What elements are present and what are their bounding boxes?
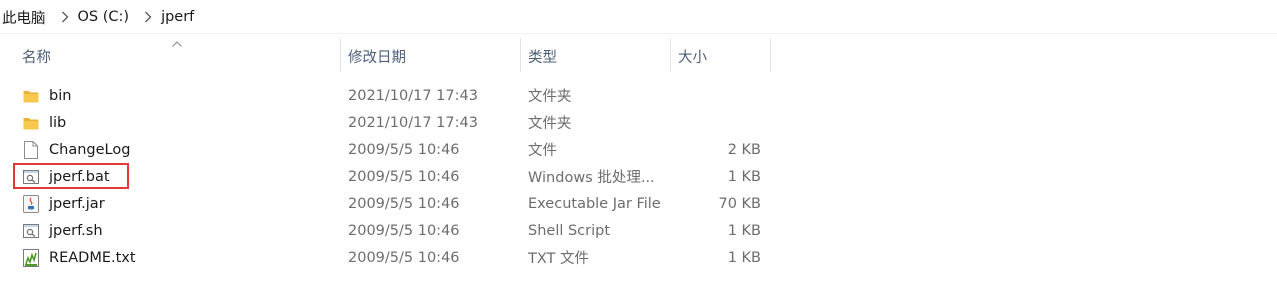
column-header-type-label: 类型	[528, 50, 557, 66]
file-size: 70 KB	[718, 195, 761, 212]
folder-icon	[22, 113, 40, 133]
file-row-readme[interactable]: README.txt 2009/5/5 10:46 TXT 文件 1 KB	[0, 244, 1277, 271]
file-type: 文件夹	[528, 116, 572, 132]
file-row-jperf-jar[interactable]: jperf.jar 2009/5/5 10:46 Executable Jar …	[0, 190, 1277, 217]
file-date: 2009/5/5 10:46	[348, 168, 460, 185]
column-header-date[interactable]: 修改日期	[340, 34, 520, 79]
column-header-name-label: 名称	[22, 50, 51, 66]
file-type: 文件	[528, 143, 557, 159]
column-header-row: 名称 修改日期 类型 大小	[0, 34, 1277, 79]
file-name: ChangeLog	[49, 141, 131, 158]
file-name: bin	[49, 87, 72, 104]
file-type: Shell Script	[528, 222, 611, 239]
file-name: jperf.jar	[49, 195, 105, 212]
chevron-right-icon[interactable]	[52, 11, 78, 23]
file-date: 2021/10/17 17:43	[348, 114, 478, 131]
file-name: lib	[49, 114, 67, 131]
file-type: Windows 批处理...	[528, 170, 655, 186]
file-name: jperf.sh	[49, 222, 103, 239]
batch-file-icon	[22, 167, 40, 187]
file-date: 2021/10/17 17:43	[348, 87, 478, 104]
file-size: 2 KB	[727, 141, 761, 158]
column-divider[interactable]	[770, 38, 771, 72]
file-size: 1 KB	[727, 222, 761, 239]
column-header-type[interactable]: 类型	[520, 34, 670, 79]
file-size	[670, 82, 761, 109]
folder-icon	[22, 86, 40, 106]
file-row-jperf-sh[interactable]: jperf.sh 2009/5/5 10:46 Shell Script 1 K…	[0, 217, 1277, 244]
file-row-jperf-bat[interactable]: jperf.bat 2009/5/5 10:46 Windows 批处理... …	[0, 163, 1277, 190]
file-name-cell: jperf.bat	[22, 163, 110, 190]
file-name-cell: jperf.sh	[22, 217, 103, 244]
shell-script-icon	[22, 221, 40, 241]
file-name-cell: ChangeLog	[22, 136, 130, 163]
column-header-date-label: 修改日期	[348, 50, 406, 66]
chevron-right-icon[interactable]	[135, 11, 161, 23]
breadcrumb-jperf[interactable]: jperf	[161, 9, 200, 25]
file-name-cell: bin	[22, 82, 71, 109]
file-name-cell: jperf.jar	[22, 190, 105, 217]
file-name-cell: lib	[22, 109, 66, 136]
file-size: 1 KB	[727, 249, 761, 266]
breadcrumb-this-pc[interactable]: 此电脑	[0, 7, 52, 28]
file-size	[670, 109, 761, 136]
column-header-size-label: 大小	[678, 50, 707, 66]
file-size: 1 KB	[727, 168, 761, 185]
file-row-bin[interactable]: bin 2021/10/17 17:43 文件夹	[0, 82, 1277, 109]
file-date: 2009/5/5 10:46	[348, 249, 460, 266]
file-date: 2009/5/5 10:46	[348, 195, 460, 212]
file-icon	[22, 140, 40, 160]
file-date: 2009/5/5 10:46	[348, 141, 460, 158]
text-file-icon	[22, 248, 40, 268]
file-name: README.txt	[49, 249, 136, 266]
java-jar-icon	[22, 194, 40, 214]
column-header-name[interactable]: 名称	[14, 34, 340, 79]
breadcrumb: 此电脑 OS (C:) jperf	[0, 0, 1277, 34]
file-name-cell: README.txt	[22, 244, 136, 271]
breadcrumb-os-drive[interactable]: OS (C:)	[78, 9, 136, 25]
column-header-size[interactable]: 大小	[670, 34, 770, 79]
file-type: TXT 文件	[528, 251, 590, 267]
file-type: Executable Jar File	[528, 195, 661, 212]
file-type: 文件夹	[528, 89, 572, 105]
file-row-changelog[interactable]: ChangeLog 2009/5/5 10:46 文件 2 KB	[0, 136, 1277, 163]
file-name: jperf.bat	[49, 168, 110, 185]
file-date: 2009/5/5 10:46	[348, 222, 460, 239]
file-row-lib[interactable]: lib 2021/10/17 17:43 文件夹	[0, 109, 1277, 136]
